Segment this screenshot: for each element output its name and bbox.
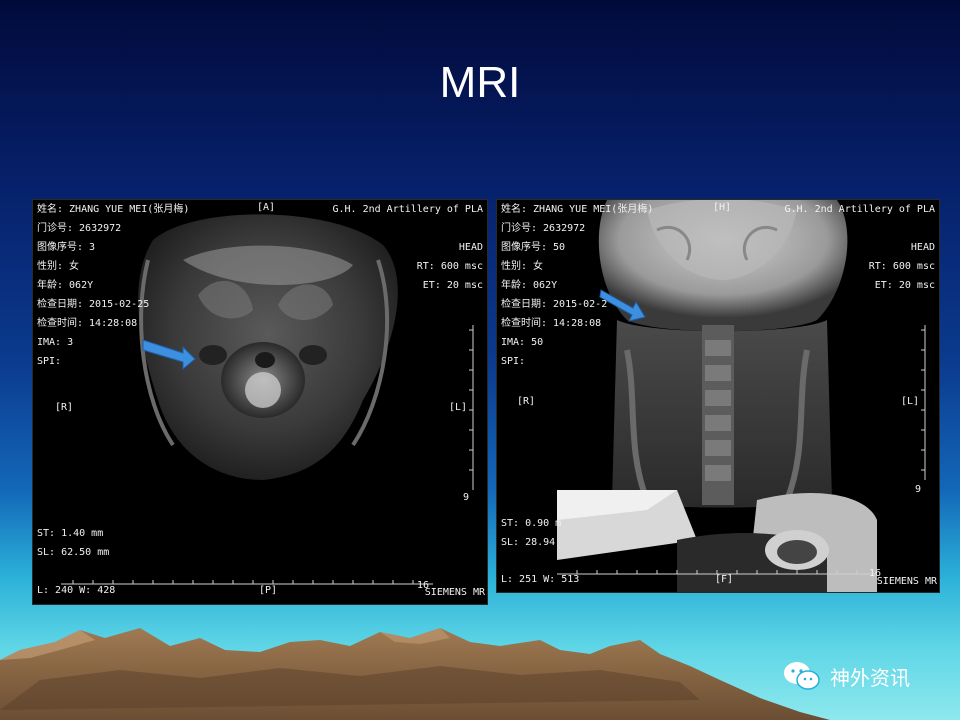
rt-value: RT: 600 msc <box>868 261 935 272</box>
patient-info-block: 姓名: ZHANG YUE MEI(张月梅) 门诊号: 2632972 图像序号… <box>501 204 653 368</box>
exam-date: 检查日期: 2015-02-25 <box>37 299 150 310</box>
hospital-name: G.H. 2nd Artillery of PLA <box>784 204 935 215</box>
patient-age: 年龄: 062Y <box>37 280 94 291</box>
patient-id: 门诊号: 2632972 <box>37 223 122 234</box>
vendor-label: SIEMENS MR <box>876 576 937 587</box>
patient-id: 门诊号: 2632972 <box>501 223 586 234</box>
window-level: L: 251 W: 513 <box>501 574 580 585</box>
mri-coronal-panel: 姓名: ZHANG YUE MEI(张月梅) 门诊号: 2632972 图像序号… <box>496 199 940 593</box>
wechat-icon <box>784 662 820 690</box>
et-value: ET: 20 msc <box>874 280 935 291</box>
patient-name: 姓名: ZHANG YUE MEI(张月梅) <box>37 204 190 215</box>
slice-thickness: ST: 1.40 mm <box>37 528 104 539</box>
ima-number: IMA: 3 <box>37 337 74 348</box>
wechat-logo: 神外资讯 <box>782 656 910 696</box>
patient-name: 姓名: ZHANG YUE MEI(张月梅) <box>501 204 654 215</box>
orientation-right-marker: [L] <box>449 402 468 413</box>
image-sequence: 图像序号: 3 <box>37 242 96 253</box>
orientation-bottom-marker: [F] <box>715 574 734 585</box>
slice-location: SL: 28.94 <box>501 537 556 548</box>
vendor-label: SIEMENS MR <box>424 587 485 598</box>
exam-time: 检查时间: 14:28:08 <box>501 318 602 329</box>
spi-label: SPI: <box>501 356 526 367</box>
orientation-bottom-marker: [P] <box>259 585 278 596</box>
orientation-top-marker: [H] <box>713 202 732 213</box>
orientation-right-marker: [L] <box>901 396 920 407</box>
region-label: HEAD <box>458 242 483 253</box>
ima-number: IMA: 50 <box>501 337 544 348</box>
patient-info-block: 姓名: ZHANG YUE MEI(张月梅) 门诊号: 2632972 图像序号… <box>37 204 189 368</box>
spi-label: SPI: <box>37 356 62 367</box>
image-sequence: 图像序号: 50 <box>501 242 566 253</box>
et-value: ET: 20 msc <box>422 280 483 291</box>
orientation-left-marker: [R] <box>517 396 536 407</box>
exam-time: 检查时间: 14:28:08 <box>37 318 138 329</box>
scale-number: 9 <box>915 484 922 495</box>
slide: MRI 姓名: ZHANG YUE MEI(张月梅) 门诊号: 2632972 … <box>0 0 960 720</box>
window-level: L: 240 W: 428 <box>37 585 116 596</box>
orientation-left-marker: [R] <box>55 402 74 413</box>
scale-number: 9 <box>463 492 470 503</box>
region-label: HEAD <box>910 242 935 253</box>
patient-sex: 性别: 女 <box>501 261 544 272</box>
patient-sex: 性别: 女 <box>37 261 80 272</box>
slide-title: MRI <box>439 58 521 107</box>
patient-age: 年龄: 062Y <box>501 280 558 291</box>
scan-params-block: G.H. 2nd Artillery of PLA HEAD RT: 600 m… <box>332 204 483 292</box>
scan-params-block: G.H. 2nd Artillery of PLA HEAD RT: 600 m… <box>784 204 935 292</box>
hospital-name: G.H. 2nd Artillery of PLA <box>332 204 483 215</box>
slice-location: SL: 62.50 mm <box>37 547 110 558</box>
logo-text: 神外资讯 <box>830 665 910 690</box>
slice-thickness: ST: 0.90 m <box>501 518 562 529</box>
rt-value: RT: 600 msc <box>416 261 483 272</box>
mri-axial-panel: 姓名: ZHANG YUE MEI(张月梅) 门诊号: 2632972 图像序号… <box>32 199 488 605</box>
slice-info-block: ST: 1.40 mm SL: 62.50 mm <box>37 528 109 559</box>
slice-info-block: ST: 0.90 m SL: 28.94 <box>501 518 561 549</box>
exam-date: 检查日期: 2015-02-2 <box>501 299 608 310</box>
orientation-top-marker: [A] <box>257 202 276 213</box>
